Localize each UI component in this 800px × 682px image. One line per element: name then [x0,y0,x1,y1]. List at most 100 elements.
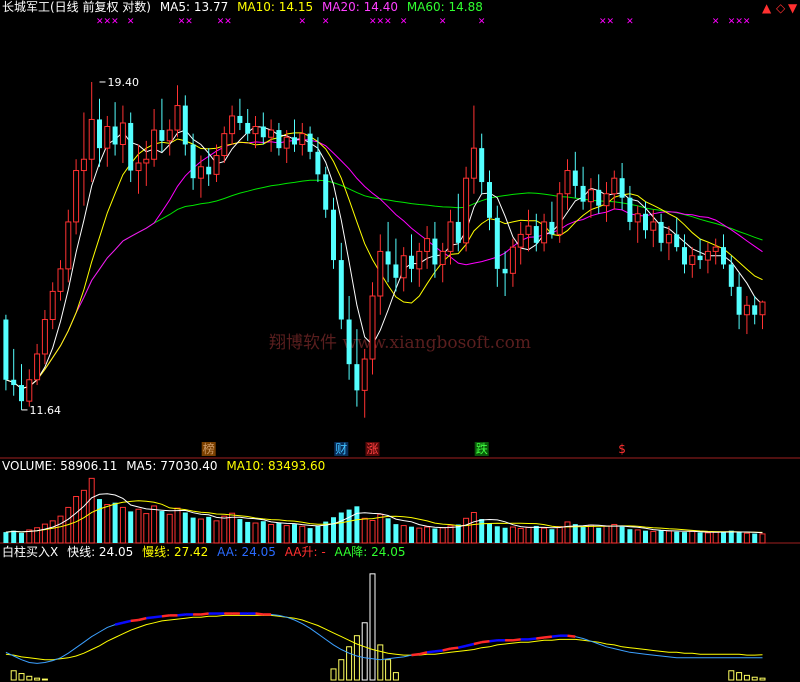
candle-body [728,264,734,287]
candle-body [26,379,33,402]
candle-body [736,286,742,315]
candle-body [494,217,500,269]
candle-body [166,129,173,142]
candle-body [213,155,220,175]
candle [299,122,306,156]
volume-bars [3,477,766,544]
candle-body [455,221,461,243]
volume-bar [174,507,181,544]
signal-mark: ✕ [439,17,447,27]
candle [665,226,672,261]
candle [674,217,680,252]
candle-body [88,118,95,160]
candle [743,296,750,335]
candle-body [151,129,158,160]
volume-bar [697,532,703,543]
candle [323,166,329,218]
aa-segment [551,634,560,638]
volume-bar [49,520,56,544]
candle [494,205,500,287]
volume-bar [346,509,352,543]
volume-bar [11,530,17,543]
stock-chart[interactable]: 翔博软件 www.xiangbosoft.com ✕✕✕ ✕ ✕✕ ✕✕ ✕ ✕ ✕✕✕ ✕ ✕… [0,0,800,682]
indicator-header: 白柱买入X 快线: 24.05 慢线: 27.42 AA: 24.05 AA升:… [2,545,411,560]
candle [182,95,188,156]
event-label-text: 跌 [476,441,488,456]
event-label: 跌 [474,441,489,456]
volume-bar [509,526,516,544]
candle [346,296,352,380]
candle [97,98,102,167]
candle-body [658,221,664,243]
candle-body [525,225,532,235]
aa-segment [442,647,451,652]
candle [338,242,344,330]
candle-body [439,250,446,265]
candle [479,133,485,194]
indicator-bar [34,677,41,681]
volume-bar [487,523,492,543]
candle-body [57,268,64,292]
candle-body [3,319,9,380]
candle [463,166,470,252]
candle-body [400,255,407,279]
aa-segment [567,634,576,638]
aa-segment [434,649,443,653]
aa-segment [146,615,155,620]
candle-body [135,162,142,172]
signal-mark: ✕ [478,17,486,27]
candle [34,343,41,386]
volume-bar [276,522,282,543]
diamond-icon[interactable]: ◇ [776,1,785,15]
candle [627,185,633,231]
candlestick-series [3,81,766,418]
volume-ma10: MA10: 83493.60 [226,459,326,473]
candle [587,178,594,218]
candle [611,170,618,210]
volume-bar [197,518,204,544]
candle [400,247,407,292]
candle-body [197,166,204,179]
candle [712,238,719,265]
volume-bar [338,512,344,543]
candle-body [721,247,726,265]
candle [252,115,259,149]
indicator-bar [346,646,353,681]
candle [315,137,321,183]
volume-bar [533,525,539,543]
candle-body [346,319,352,365]
aa-up-value: AA升: - [284,545,326,559]
volume-bar [292,524,297,543]
candle [159,98,165,152]
candle-body [759,301,766,316]
candle [759,300,766,330]
candle [128,112,134,183]
candle-body [752,305,758,315]
candle-body [385,251,391,265]
candle [736,273,742,330]
scroll-up-icon[interactable]: ▲ [762,1,771,15]
candle-body [361,358,368,391]
candle-body [73,170,80,223]
aa-segment [138,616,147,622]
candle-body [159,130,165,141]
scroll-down-icon[interactable]: ▼ [788,1,797,15]
candle [166,119,173,156]
candle-body [409,255,414,269]
candle-body [252,126,259,135]
candle-body [743,304,750,316]
candle-body [674,234,680,248]
candle-body [603,193,610,207]
volume-ma-lines [5,493,763,534]
volume-bar [182,512,188,543]
candle [517,221,524,265]
volume-bar [19,532,24,543]
candle [580,166,586,210]
indicator-bar [26,675,33,681]
candle-body [634,213,641,223]
candle-body [268,129,275,138]
volume-bar [596,527,602,543]
event-label: 榜 [201,441,216,456]
volume-bar [587,524,594,544]
candle [455,193,461,252]
